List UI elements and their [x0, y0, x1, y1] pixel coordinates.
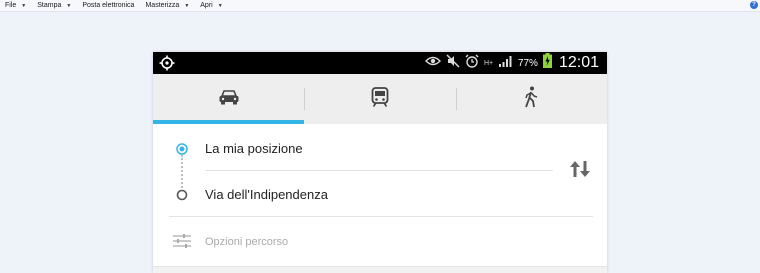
clock: 12:01	[558, 54, 599, 71]
alarm-icon	[465, 54, 479, 73]
status-bar: H+ 77% 12:01	[153, 52, 607, 74]
chevron-down-icon: ▼	[217, 2, 223, 9]
chevron-down-icon: ▼	[184, 2, 190, 9]
menu-apri[interactable]: Apri ▼	[195, 2, 228, 9]
menubar: File ▼ Stampa ▼ Posta elettronica Master…	[0, 0, 760, 12]
panel-bottom-edge	[153, 266, 607, 273]
car-icon	[218, 89, 240, 110]
menu-apri-label: Apri	[200, 2, 213, 9]
menu-file-label: File	[5, 2, 17, 9]
phone-screen: H+ 77% 12:01 La mia posizione Via dell'I…	[153, 52, 607, 273]
battery-percent: 77%	[517, 57, 538, 69]
menu-file[interactable]: File ▼	[0, 2, 32, 9]
route-connector	[181, 155, 183, 188]
chevron-down-icon: ▼	[66, 2, 72, 9]
mute-icon	[446, 53, 460, 73]
gps-icon	[159, 55, 175, 76]
eye-icon	[425, 54, 441, 72]
menu-stampa[interactable]: Stampa ▼	[32, 2, 77, 9]
options-divider	[169, 216, 593, 217]
walk-icon	[524, 86, 538, 113]
destination-field[interactable]: Via dell'Indipendenza	[205, 187, 328, 202]
status-icons: H+ 77% 12:01	[425, 52, 599, 74]
swap-directions-icon[interactable]	[569, 160, 591, 183]
settings-sliders-icon[interactable]	[173, 234, 191, 253]
origin-divider	[205, 170, 553, 171]
origin-field[interactable]: La mia posizione	[205, 141, 303, 156]
help-icon[interactable]: ?	[750, 1, 758, 9]
tab-walking[interactable]	[455, 74, 607, 124]
signal-icon	[498, 54, 513, 72]
menu-stampa-label: Stampa	[37, 2, 62, 9]
train-icon	[371, 86, 389, 112]
menu-masterizza-label: Masterizza	[145, 2, 180, 9]
tab-driving[interactable]	[153, 74, 305, 124]
destination-marker-icon	[176, 188, 188, 206]
tab-transit[interactable]	[304, 74, 455, 124]
route-options-link[interactable]: Opzioni percorso	[205, 236, 288, 248]
menu-masterizza[interactable]: Masterizza ▼	[140, 2, 195, 9]
menu-posta-elettronica[interactable]: Posta elettronica	[77, 2, 140, 9]
battery-charging-icon	[542, 53, 552, 73]
chevron-down-icon: ▼	[21, 2, 27, 9]
network-type-label: H+	[483, 59, 494, 67]
travel-mode-tabs	[153, 74, 607, 124]
menu-posta-label: Posta elettronica	[82, 2, 135, 9]
